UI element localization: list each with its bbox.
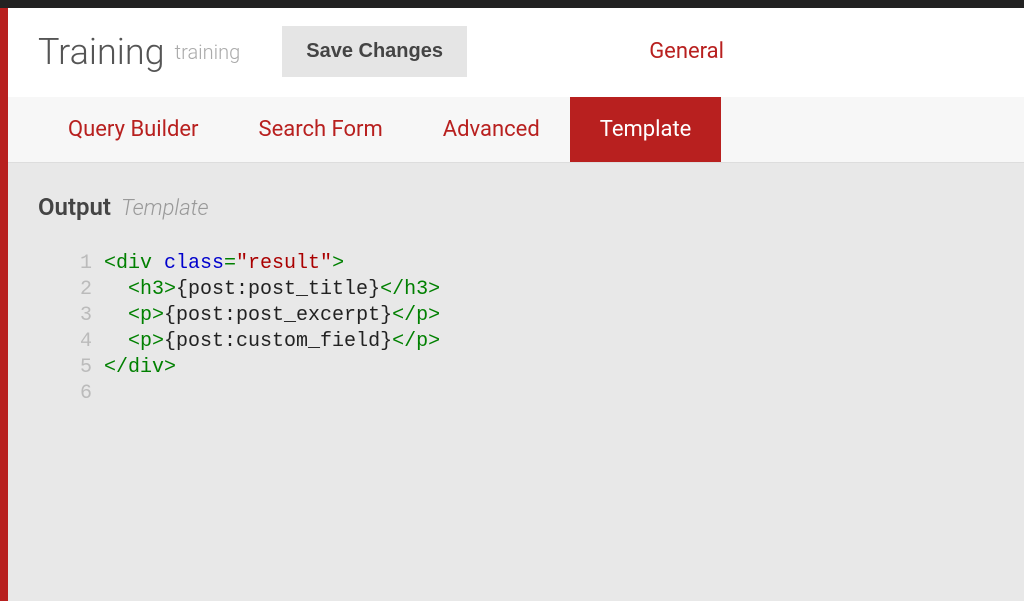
section-header: Output Template xyxy=(38,193,994,221)
line-number: 2 xyxy=(68,277,92,303)
general-link[interactable]: General xyxy=(649,39,724,64)
code-line: 5 </div> xyxy=(68,355,994,381)
code-line: 4 <p>{post:custom_field}</p> xyxy=(68,329,994,355)
code-content: <p>{post:custom_field}</p> xyxy=(104,329,440,355)
code-content: </div> xyxy=(104,355,176,381)
code-line: 2 <h3>{post:post_title}</h3> xyxy=(68,277,994,303)
page-title: Training xyxy=(38,31,165,73)
code-content: <p>{post:post_excerpt}</p> xyxy=(104,303,440,329)
code-editor[interactable]: 1<div class="result">2 <h3>{post:post_ti… xyxy=(38,251,994,407)
top-bar xyxy=(0,0,1024,8)
tab-template[interactable]: Template xyxy=(570,97,722,162)
line-number: 3 xyxy=(68,303,92,329)
section-subtitle: Template xyxy=(121,196,209,221)
line-number: 6 xyxy=(68,381,92,407)
code-content: <div class="result"> xyxy=(104,251,344,277)
content-area: Output Template 1<div class="result">2 <… xyxy=(8,163,1024,437)
section-title: Output xyxy=(38,193,111,221)
tab-advanced[interactable]: Advanced xyxy=(413,97,570,162)
page-subtitle: training xyxy=(175,40,241,64)
tab-search-form[interactable]: Search Form xyxy=(229,97,413,162)
main-container: Training training Save Changes General Q… xyxy=(0,8,1024,601)
code-line: 1 <div class="result"> xyxy=(68,251,994,277)
code-line: 6 xyxy=(68,381,994,407)
save-changes-button[interactable]: Save Changes xyxy=(282,26,467,77)
tab-query-builder[interactable]: Query Builder xyxy=(38,97,229,162)
line-number: 5 xyxy=(68,355,92,381)
tabs-bar: Query Builder Search Form Advanced Templ… xyxy=(8,97,1024,163)
line-number: 1 xyxy=(68,251,92,277)
code-content: <h3>{post:post_title}</h3> xyxy=(104,277,440,303)
line-number: 4 xyxy=(68,329,92,355)
header: Training training Save Changes General xyxy=(8,8,1024,97)
code-line: 3 <p>{post:post_excerpt}</p> xyxy=(68,303,994,329)
